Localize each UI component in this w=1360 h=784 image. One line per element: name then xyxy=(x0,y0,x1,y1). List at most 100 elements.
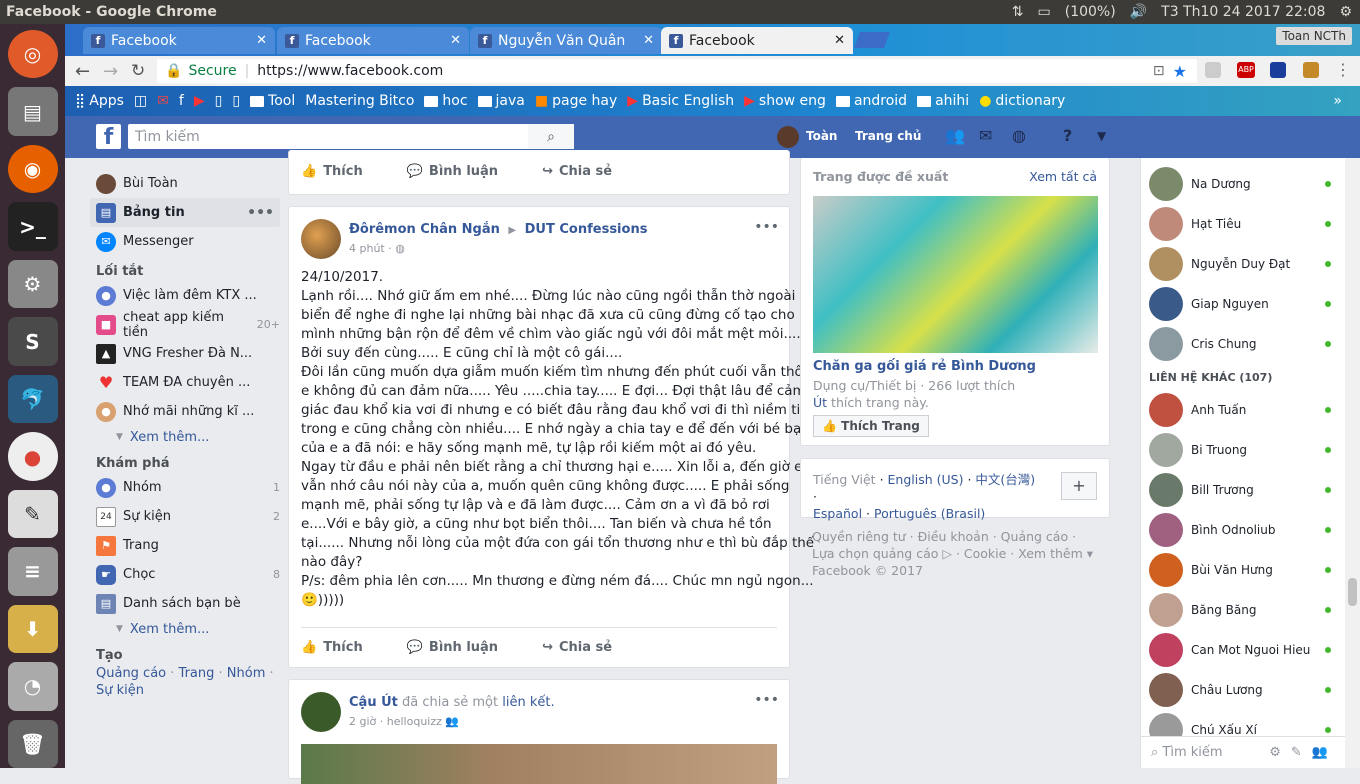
scrollbar[interactable] xyxy=(1345,158,1360,768)
bookmark-gmail-icon[interactable]: ✉ xyxy=(157,93,169,109)
explore-item[interactable]: ▤ Danh sách bạn bè xyxy=(90,589,280,618)
close-icon[interactable]: ✕ xyxy=(643,33,654,48)
language-link[interactable]: Español xyxy=(813,506,862,521)
back-icon[interactable]: ← xyxy=(75,61,90,82)
extension-icon[interactable] xyxy=(1205,62,1221,78)
suggested-page-name[interactable]: Chăn ga gối giá rẻ Bình Dương xyxy=(813,359,1036,374)
avatar[interactable] xyxy=(777,126,799,148)
chat-contact[interactable]: Băng Băng xyxy=(1141,590,1345,630)
profile-link[interactable]: Toàn xyxy=(806,129,837,143)
group-link[interactable]: DUT Confessions xyxy=(525,222,648,237)
see-more-shortcuts[interactable]: ▼ Xem thêm... xyxy=(90,426,280,448)
see-more-explore[interactable]: ▼ Xem thêm... xyxy=(90,618,280,640)
close-icon[interactable]: ✕ xyxy=(256,33,267,48)
firefox-icon[interactable]: ◉ xyxy=(7,144,58,194)
tab-facebook-2[interactable]: f Facebook ✕ xyxy=(277,27,469,54)
comment-button[interactable]: 💬 Bình luận xyxy=(407,164,498,179)
url-text[interactable]: https://www.facebook.com xyxy=(257,63,443,79)
like-page-button[interactable]: 👍 Thích Trang xyxy=(813,415,929,437)
bookmark-translate-icon[interactable]: ◫ xyxy=(134,93,147,109)
extension-bird-icon[interactable] xyxy=(1303,62,1319,78)
trash-icon[interactable]: 🗑 xyxy=(7,719,58,769)
bookmark-tool[interactable]: Tool xyxy=(250,93,295,109)
chat-contact[interactable]: Châu Lương xyxy=(1141,670,1345,710)
explore-item[interactable]: ⚑ Trang xyxy=(90,531,280,560)
add-language-button[interactable]: + xyxy=(1061,472,1097,500)
terminal-icon[interactable]: >_ xyxy=(7,202,58,251)
network-icon[interactable]: ⇅ xyxy=(1012,4,1024,20)
author-link[interactable]: Cậu Út xyxy=(349,695,398,710)
bookmark-facebook-icon[interactable]: f xyxy=(179,93,184,109)
bookmark-hoc[interactable]: hoc xyxy=(424,93,468,109)
more-options-icon[interactable]: ••• xyxy=(754,692,779,708)
messenger-icon[interactable]: ✉ xyxy=(979,126,992,145)
facebook-logo-icon[interactable]: f xyxy=(96,124,121,150)
files-icon[interactable]: ▤ xyxy=(7,87,58,136)
bookmark-show-eng[interactable]: ▶ show eng xyxy=(744,93,826,109)
chat-contact[interactable]: Bùi Văn Hưng xyxy=(1141,550,1345,590)
chat-contact[interactable]: Nguyễn Duy Đạt xyxy=(1141,244,1345,284)
avatar[interactable] xyxy=(301,219,341,259)
chat-contact[interactable]: Bình Odnoliub xyxy=(1141,510,1345,550)
bookmark-dictionary[interactable]: ● dictionary xyxy=(979,93,1065,109)
battery-icon[interactable]: ▭ xyxy=(1038,4,1051,20)
bookmark-ahihi[interactable]: ahihi xyxy=(917,93,969,109)
mysql-workbench-icon[interactable]: 🐬 xyxy=(7,374,58,424)
chat-contact[interactable]: Bill Trương xyxy=(1141,470,1345,510)
bookmark-mastering-bitcoin[interactable]: Mastering Bitco xyxy=(305,93,414,109)
language-link[interactable]: 中文(台灣) xyxy=(975,472,1035,487)
chat-contact[interactable]: Giap Nguyen xyxy=(1141,284,1345,324)
shortcut-item[interactable]: ♥ TEAM ĐA chuyên ... xyxy=(90,368,280,397)
like-button[interactable]: 👍 Thích xyxy=(301,164,363,179)
ubuntu-dash-icon[interactable]: ◎ xyxy=(7,30,58,79)
archive-manager-icon[interactable]: ⬇ xyxy=(7,604,58,654)
post-time[interactable]: 2 giờ · helloquizz xyxy=(349,715,442,728)
close-icon[interactable]: ✕ xyxy=(450,33,461,48)
scrollbar-thumb[interactable] xyxy=(1348,578,1357,606)
more-options-icon[interactable]: ••• xyxy=(247,205,274,221)
tab-facebook-1[interactable]: f Facebook ✕ xyxy=(83,27,275,54)
shortcut-item[interactable]: ● Nhớ mãi những kĩ ... xyxy=(90,397,280,426)
avatar[interactable] xyxy=(301,692,341,732)
shortcut-item[interactable]: ▲ VNG Fresher Đà N... xyxy=(90,339,280,368)
shortcut-item[interactable]: ● Việc làm đêm KTX ... xyxy=(90,281,280,310)
tab-nguyen-van-quan[interactable]: f Nguyễn Văn Quân ✕ xyxy=(470,27,662,54)
shared-link[interactable]: liên kết. xyxy=(502,695,554,710)
menu-icon[interactable]: ⋮ xyxy=(1335,60,1351,79)
nav-messenger[interactable]: ✉ Messenger xyxy=(90,227,280,256)
database-icon[interactable]: ≡ xyxy=(7,547,58,596)
bookmark-basic-english[interactable]: ▶ Basic English xyxy=(627,93,734,109)
help-icon[interactable]: ? xyxy=(1063,126,1072,145)
share-button[interactable]: ↪ Chia sẻ xyxy=(542,164,612,179)
create-ad-link[interactable]: Quảng cáo xyxy=(96,666,166,681)
disk-icon[interactable]: ◔ xyxy=(7,662,58,711)
create-event-link[interactable]: Sự kiện xyxy=(96,683,144,698)
language-link[interactable]: English (US) xyxy=(888,472,964,487)
chat-contact[interactable]: Hạt Tiêu xyxy=(1141,204,1345,244)
extension-j-icon[interactable] xyxy=(1270,62,1286,78)
more-bookmarks-icon[interactable]: » xyxy=(1333,93,1342,109)
chat-contact[interactable]: Bi Truong xyxy=(1141,430,1345,470)
post-time[interactable]: 4 phút xyxy=(349,242,385,255)
language-link[interactable]: Português (Brasil) xyxy=(874,506,985,521)
search-icon[interactable]: ⌕ xyxy=(528,124,574,149)
create-group-link[interactable]: Nhóm xyxy=(227,666,266,681)
account-menu-icon[interactable]: ▼ xyxy=(1097,129,1106,143)
chat-contact[interactable]: Cris Chung xyxy=(1141,324,1345,364)
explore-item[interactable]: ☛ Chọc 8 xyxy=(90,560,280,589)
share-button[interactable]: ↪ Chia sẻ xyxy=(542,640,612,655)
translate-icon[interactable]: ⊡ xyxy=(1153,63,1165,79)
new-tab-button[interactable] xyxy=(854,32,890,48)
clock[interactable]: T3 Th10 24 2017 22:08 xyxy=(1161,4,1325,20)
friend-requests-icon[interactable]: 👥 xyxy=(945,126,965,145)
explore-item[interactable]: 24 Sự kiện 2 xyxy=(90,502,280,531)
create-page-link[interactable]: Trang xyxy=(179,666,215,681)
chat-contact[interactable]: Na Dương xyxy=(1141,164,1345,204)
liker-link[interactable]: Út xyxy=(813,395,827,410)
bookmark-doc2-icon[interactable]: ▯ xyxy=(232,93,240,109)
comment-button[interactable]: 💬 Bình luận xyxy=(407,640,498,655)
home-link[interactable]: Trang chủ xyxy=(855,129,921,143)
author-link[interactable]: Đôrêmon Chân Ngắn xyxy=(349,222,500,237)
nav-news-feed[interactable]: ▤ Bảng tin ••• xyxy=(90,198,280,227)
omnibox[interactable]: 🔒 Secure | https://www.facebook.com ⊡ ★ xyxy=(157,59,1197,83)
